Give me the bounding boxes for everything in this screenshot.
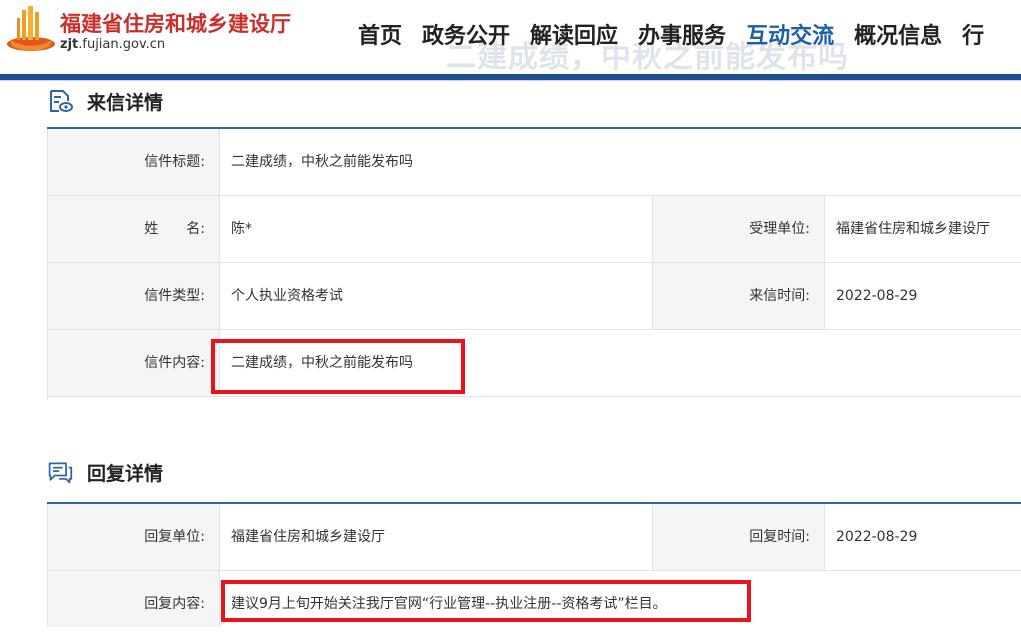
nav-item-gov-affairs[interactable]: 政务公开 <box>422 18 510 50</box>
site-header: 二建成绩，中秋之前能发布吗 福建省住房和城乡建设厅 zjt.fujian.gov… <box>0 0 1021 74</box>
title-value: 二建成绩，中秋之前能发布吗 <box>231 154 413 170</box>
letter-section-header: 来信详情 <box>47 84 1021 124</box>
date-value: 2022-08-29 <box>836 288 918 304</box>
reply-content-label: 回复内容: <box>48 571 220 627</box>
nav-item-services[interactable]: 办事服务 <box>638 18 726 50</box>
nav-item-interpretation[interactable]: 解读回应 <box>530 18 618 50</box>
unit-value: 福建省住房和城乡建设厅 <box>836 221 990 237</box>
type-label: 信件类型: <box>48 263 220 329</box>
reply-unit-label: 回复单位: <box>48 504 220 570</box>
unit-label: 受理单位: <box>652 196 825 262</box>
name-value: 陈* <box>231 221 252 237</box>
nav-item-industry[interactable]: 行 <box>962 18 984 50</box>
site-logo-icon[interactable] <box>4 4 58 52</box>
document-view-icon <box>50 90 73 112</box>
nav-item-home[interactable]: 首页 <box>358 18 402 50</box>
table-row: 回复单位: 福建省住房和城乡建设厅 回复时间: 2022-08-29 <box>48 504 1021 571</box>
reply-section-header: 回复详情 <box>47 455 1021 495</box>
title-label: 信件标题: <box>48 129 220 195</box>
main-nav: 首页 政务公开 解读回应 办事服务 互动交流 概况信息 行 <box>358 18 1004 50</box>
name-label: 姓 名: <box>48 196 220 262</box>
site-name[interactable]: 福建省住房和城乡建设厅 <box>60 8 291 38</box>
reply-unit-value: 福建省住房和城乡建设厅 <box>231 529 385 545</box>
site-domain: zjt.fujian.gov.cn <box>60 37 166 52</box>
table-row: 信件标题: 二建成绩，中秋之前能发布吗 <box>48 129 1021 196</box>
reply-date-value: 2022-08-29 <box>836 529 918 545</box>
reply-content-highlight <box>221 580 751 622</box>
nav-item-interaction[interactable]: 互动交流 <box>746 18 834 50</box>
table-row: 姓 名: 陈* 受理单位: 福建省住房和城乡建设厅 <box>48 196 1021 263</box>
reply-date-label: 回复时间: <box>652 504 825 570</box>
nav-item-overview[interactable]: 概况信息 <box>854 18 942 50</box>
letter-details-table: 信件标题: 二建成绩，中秋之前能发布吗 姓 名: 陈* 受理单位: 福建省住房和… <box>47 129 1021 399</box>
table-row: 信件内容: 二建成绩，中秋之前能发布吗 <box>48 330 1021 397</box>
letter-content-highlight <box>211 339 465 394</box>
reply-section-title: 回复详情 <box>87 463 164 485</box>
header-bar-shadow <box>0 80 1021 81</box>
chat-bubble-icon <box>48 462 73 484</box>
type-value: 个人执业资格考试 <box>231 288 343 304</box>
letter-section-title: 来信详情 <box>87 92 164 114</box>
table-row: 信件类型: 个人执业资格考试 来信时间: 2022-08-29 <box>48 263 1021 330</box>
date-label: 来信时间: <box>652 263 825 329</box>
content-label: 信件内容: <box>48 330 220 396</box>
